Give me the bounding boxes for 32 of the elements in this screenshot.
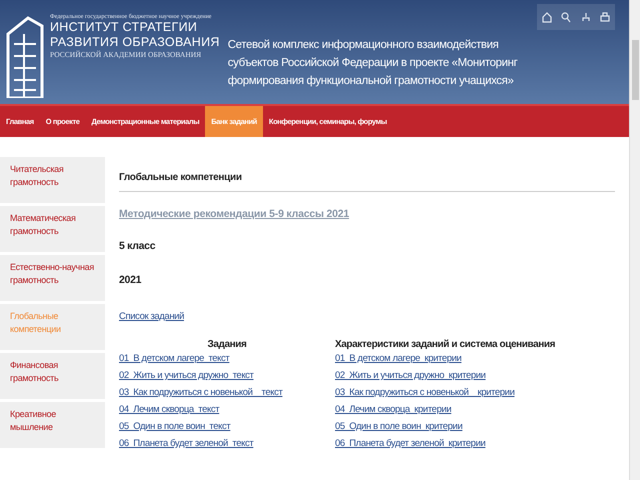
print-icon[interactable] [600,12,610,22]
sidebar-item[interactable]: Читательская грамотность [0,157,105,203]
task-link[interactable]: 06 Планета будет зеленой текст [119,435,254,452]
search-icon[interactable] [561,12,572,22]
task-link[interactable]: 04 Лечим скворца текст [119,401,220,418]
task-list-link[interactable]: Список заданий [119,308,184,325]
criteria-link[interactable]: 04 Лечим скворца критерии [335,401,452,418]
page-title: Глобальные компетенции [119,157,615,192]
column-heading: Задания [206,339,248,350]
grade-heading: 5 класс [119,240,156,252]
task-link[interactable]: 05 Один в поле воин текст [119,418,230,435]
project-title: Сетевой комплекс информационного взаимодействия субъектов Российской Федерации в проекте «Мониторинг формирования функциональной грамотности учащихся» [228,38,518,89]
sidebar-item[interactable]: Математическая грамотность [0,206,105,252]
sitemap-icon[interactable] [580,12,591,22]
home-icon[interactable] [542,12,552,22]
sidebar-item[interactable]: Креативное мышление [0,402,105,448]
building-logo-icon [4,14,44,98]
sidebar-item[interactable]: Финансовая грамотность [0,353,105,399]
task-link[interactable]: 01 В детском лагере текст [119,350,230,367]
logo-title: РАЗВИТИЯ ОБРАЗОВАНИЯ [50,35,220,50]
criteria-link[interactable]: 06 Планета будет зеленой критерии [335,435,486,452]
criteria-link[interactable]: 05 Один в поле воин критерии [335,418,462,435]
task-link[interactable]: 03 Как подружиться с новенькой текст [119,384,282,401]
criteria-link[interactable]: 01 В детском лагере критерии [335,350,462,367]
column-heading: Характеристики заданий и система оценивания [335,339,556,350]
sidebar-item[interactable]: Естественно-научная грамотность [0,255,105,301]
scrollbar[interactable] [629,0,640,480]
task-link[interactable]: 02 Жить и учиться дружно текст [119,367,254,384]
year-heading: 2021 [119,274,142,286]
logo-title: ИНСТИТУТ СТРАТЕГИИ [50,20,198,35]
criteria-link[interactable]: 03 Как подружиться с новенькой критерии [335,384,514,401]
criteria-link[interactable]: 02 Жить и учиться дружно критерии [335,367,486,384]
